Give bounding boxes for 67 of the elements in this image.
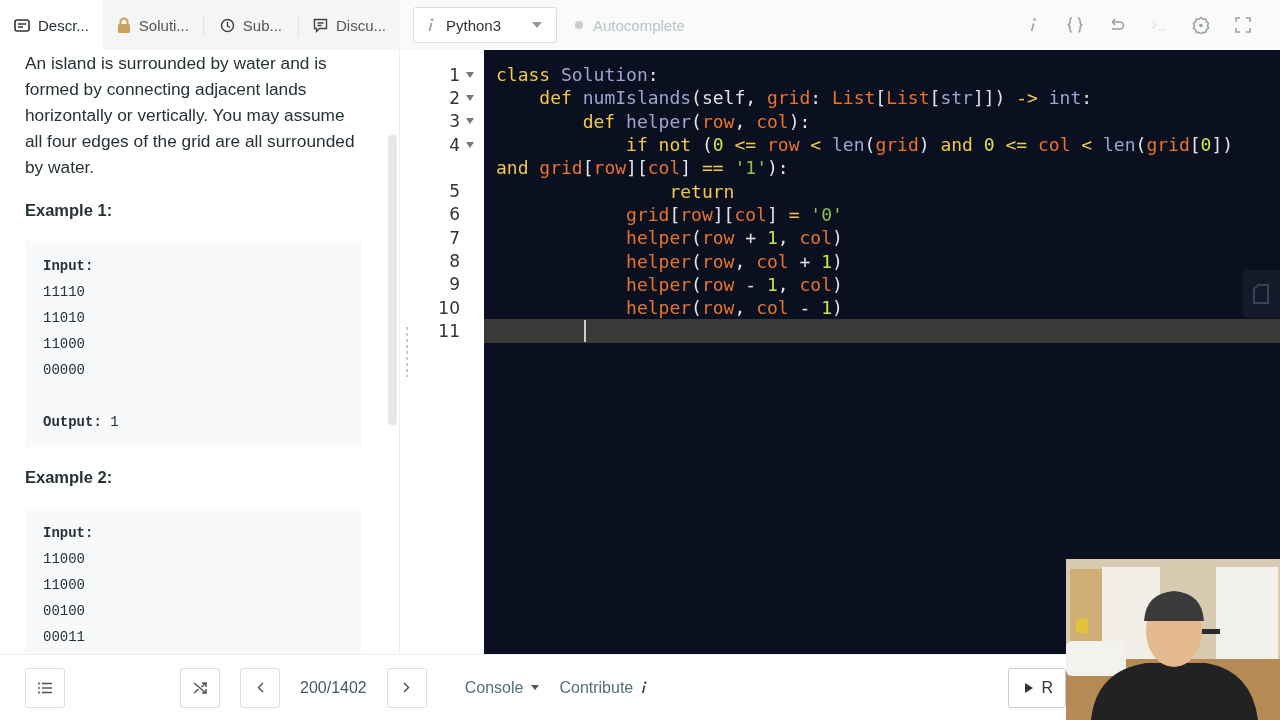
run-button[interactable]: R (1008, 667, 1066, 708)
line-number: 3 (449, 111, 460, 132)
line-number: 10 (438, 297, 460, 318)
problem-counter: 200/1402 (300, 678, 367, 697)
code-line: def helper(row, col): (581, 109, 811, 133)
fold-icon[interactable] (466, 118, 474, 125)
console-button[interactable]: Console (464, 678, 540, 697)
example-title: Example 1: (25, 200, 114, 221)
list-icon (38, 681, 52, 694)
chevron-left-icon (256, 682, 264, 693)
info-icon (641, 681, 648, 694)
shuffle-icon (193, 680, 207, 695)
line-number: 1 (449, 64, 460, 85)
line-number: 7 (449, 227, 460, 248)
example-line: 11010 (43, 309, 86, 328)
contribute-button[interactable]: Contribute (559, 678, 648, 697)
lock-icon (116, 17, 131, 33)
code-line: return (668, 179, 735, 203)
previous-button[interactable] (240, 667, 280, 708)
document-icon (1253, 284, 1269, 304)
line-number: 8 (449, 251, 460, 271)
code-line: helper(row - 1, col) (625, 272, 843, 296)
line-number: 6 (449, 204, 460, 225)
example-label: Input: (43, 257, 95, 276)
code-line: def numIslands(self, grid: List[List[str]]) -> int: (538, 86, 1093, 110)
language-select[interactable]: Python3 (413, 7, 557, 43)
caret-icon (532, 22, 542, 28)
line-number: 2 (449, 87, 460, 108)
example-line: 00011 (43, 628, 86, 647)
code-line: helper(row, col - 1) (625, 296, 843, 320)
list-button[interactable] (25, 667, 65, 708)
chevron-right-icon (403, 682, 411, 693)
example-line: 00100 (43, 602, 86, 621)
example-line: 00000 (43, 361, 86, 380)
line-number: 5 (449, 181, 460, 202)
code-line: grid[row][col] = '0' (625, 202, 843, 226)
description-text: An island is surrounded by water and is formed by connecting adjacent lands horizontally or vertically. You may assume all four edges of the grid are all surrounded by water. (25, 52, 356, 179)
fold-icon[interactable] (466, 141, 474, 148)
code-line: and grid[row][col] == '1'): (496, 156, 789, 180)
drag-handle[interactable] (406, 327, 408, 377)
fold-icon[interactable] (466, 71, 474, 78)
code-line: helper(row + 1, col) (625, 226, 843, 250)
line-number: 4 (449, 134, 460, 155)
example-line: 11000 (43, 550, 86, 569)
example-line: 11000 (43, 576, 86, 595)
shuffle-button[interactable] (180, 667, 220, 708)
example-label: Input: (43, 524, 95, 543)
line-number: 11 (438, 320, 460, 341)
code-line: helper(row, col + 1) (625, 249, 843, 273)
example-line: 11110 (43, 283, 86, 302)
example-output: Output: 1 (43, 413, 120, 432)
chat-icon (313, 17, 328, 33)
card-icon (14, 18, 30, 32)
info-icon (428, 18, 434, 32)
next-button[interactable] (386, 667, 427, 708)
clock-icon (219, 17, 235, 33)
text-cursor (584, 319, 586, 342)
caret-icon (531, 685, 540, 690)
code-line: class Solution: (496, 63, 659, 87)
fold-icon[interactable] (466, 94, 474, 101)
example-line: 11000 (43, 335, 86, 354)
line-number: 9 (449, 274, 460, 295)
tab[interactable]: Descr... (0, 0, 103, 50)
code-line: if not (0 <= row < len(grid) and 0 <= col < len(grid[0]) (625, 133, 1234, 157)
copy-button[interactable] (1242, 270, 1280, 318)
play-icon (1025, 682, 1034, 693)
example-title: Example 2: (25, 467, 114, 488)
